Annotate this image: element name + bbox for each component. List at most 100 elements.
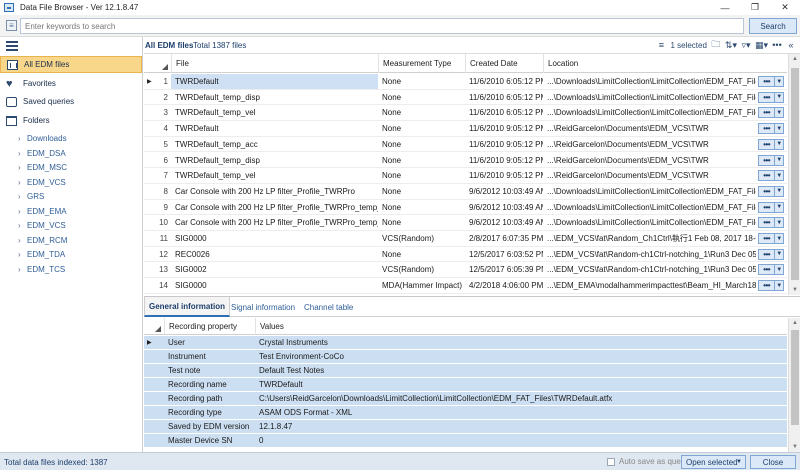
file-name-cell[interactable]: Car Console with 200 Hz LP filter_Profil… xyxy=(171,200,378,215)
chevron-down-icon[interactable]: ▼ xyxy=(775,220,783,226)
checkbox-icon[interactable] xyxy=(607,457,615,466)
property-row[interactable]: Recording type ASAM ODS Format - XML xyxy=(144,406,787,420)
file-name-cell[interactable]: TWRDefault_temp_vel xyxy=(171,168,378,183)
row-action-button[interactable]: ••• ▼ xyxy=(758,201,784,213)
table-row[interactable]: 9 Car Console with 200 Hz LP filter_Profi… xyxy=(144,200,787,216)
table-row[interactable]: 5 TWRDefault_temp_acc None 11/6/2010 9:05:1… xyxy=(144,137,787,153)
detail-scrollbar[interactable]: ▲ ▼ xyxy=(788,318,800,453)
file-name-cell[interactable]: SIG0000 xyxy=(171,231,378,246)
close-icon[interactable]: ✕ xyxy=(770,0,800,15)
property-row[interactable]: Master Device SN 0 xyxy=(144,434,787,448)
more-icon[interactable]: ••• xyxy=(759,139,776,149)
more-icon[interactable]: ••• xyxy=(759,281,776,291)
more-icon[interactable]: ••• xyxy=(759,186,776,196)
folder-item[interactable]: › EDM_TCS xyxy=(0,262,142,277)
file-name-cell[interactable]: TWRDefault_temp_vel xyxy=(171,105,378,120)
scroll-up-icon[interactable]: ▲ xyxy=(789,318,800,329)
property-row[interactable]: Recording name TWRDefault xyxy=(144,378,787,392)
file-name-cell[interactable]: Car Console with 200 Hz LP filter_Profil… xyxy=(171,215,378,230)
file-name-cell[interactable]: REC0026 xyxy=(171,247,378,262)
file-name-cell[interactable]: TWRDefault xyxy=(171,74,378,89)
column-header-created-date[interactable]: Created Date xyxy=(465,54,543,73)
search-input[interactable] xyxy=(20,18,744,34)
row-action-button[interactable]: ••• ▼ xyxy=(758,138,784,150)
selection-icon[interactable]: ≡ xyxy=(656,40,666,51)
row-action-button[interactable]: ••• ▼ xyxy=(758,76,784,87)
more-icon[interactable]: ••• xyxy=(772,40,782,51)
file-name-cell[interactable]: TWRDefault xyxy=(171,121,378,136)
select-all-corner[interactable] xyxy=(144,54,171,73)
table-row[interactable]: 10 Car Console with 200 Hz LP filter_Prof… xyxy=(144,215,787,231)
column-header-recording-property[interactable]: Recording property xyxy=(164,318,255,335)
more-icon[interactable]: ••• xyxy=(759,124,776,134)
chevron-down-icon[interactable]: ▼ xyxy=(775,126,783,132)
file-name-cell[interactable]: TWRDefault_temp_acc xyxy=(171,137,378,152)
file-name-cell[interactable]: TWRDefault_temp_disp xyxy=(171,153,378,168)
folder-item[interactable]: › EDM_RCM xyxy=(0,233,142,248)
more-icon[interactable]: ••• xyxy=(759,77,776,86)
property-row[interactable]: ▶ User Crystal Instruments xyxy=(144,336,787,350)
scroll-down-icon[interactable]: ▼ xyxy=(789,285,800,295)
more-icon[interactable]: ••• xyxy=(759,92,776,102)
file-name-cell[interactable]: Car Console with 200 Hz LP filter_Profil… xyxy=(171,184,378,199)
table-scrollbar[interactable]: ▲ ▼ xyxy=(788,54,800,295)
row-action-button[interactable]: ••• ▼ xyxy=(758,185,784,197)
search-options-icon[interactable]: ≡ xyxy=(6,20,17,31)
chevron-down-icon[interactable]: ▼ xyxy=(775,173,783,179)
tab-channel-table[interactable]: Channel table xyxy=(304,297,353,317)
row-action-button[interactable]: ••• ▼ xyxy=(758,233,784,244)
chevron-down-icon[interactable]: ▼ xyxy=(775,110,783,116)
search-button[interactable]: Search xyxy=(749,18,797,34)
tab-signal-information[interactable]: Signal information xyxy=(231,297,295,317)
close-button[interactable]: Close xyxy=(750,455,796,469)
table-row[interactable]: 6 TWRDefault_temp_disp None 11/6/2010 9:05:… xyxy=(144,153,787,169)
grid-view-icon[interactable]: ▦▾ xyxy=(755,40,768,51)
scroll-thumb[interactable] xyxy=(791,330,799,425)
minimize-icon[interactable]: — xyxy=(710,0,740,15)
folder-item[interactable]: › EDM_VCS xyxy=(0,175,142,190)
folder-item[interactable]: › EDM_MSC xyxy=(0,160,142,175)
folder-item[interactable]: › EDM_TDA xyxy=(0,247,142,262)
table-row[interactable]: 13 SIG0002 VCS(Random) 12/5/2017 6:05:39 PM… xyxy=(144,262,787,279)
sidebar-item-favorites[interactable]: ♥ Favorites xyxy=(0,75,142,92)
sidebar-item-all-edm-files[interactable]: All EDM files xyxy=(0,56,142,73)
more-icon[interactable]: ••• xyxy=(759,265,776,275)
more-icon[interactable]: ••• xyxy=(759,171,776,181)
row-action-button[interactable]: ••• ▼ xyxy=(758,123,784,135)
folder-item[interactable]: › EDM_DSA xyxy=(0,146,142,161)
table-row[interactable]: ▶ 1 TWRDefault None 11/6/2010 6:05:12 PM ...\… xyxy=(144,74,787,90)
folder-item[interactable]: › Downloads xyxy=(0,131,142,146)
sidebar-item-folders[interactable]: Folders xyxy=(0,112,142,129)
table-row[interactable]: 11 SIG0000 VCS(Random) 2/8/2017 6:07:35 PM.… xyxy=(144,231,787,247)
table-row[interactable]: 8 Car Console with 200 Hz LP filter_Profi… xyxy=(144,184,787,200)
column-header-measurement-type[interactable]: Measurement Type xyxy=(378,54,465,73)
row-action-button[interactable]: ••• ▼ xyxy=(758,170,784,182)
column-header-file[interactable]: File xyxy=(171,54,378,73)
restore-icon[interactable]: ❐ xyxy=(740,0,770,15)
file-name-cell[interactable]: TWRDefault_temp_disp xyxy=(171,90,378,105)
file-name-cell[interactable]: SIG0002 xyxy=(171,262,378,277)
tab-general-information[interactable]: General information xyxy=(144,297,231,317)
column-header-location[interactable]: Location xyxy=(543,54,787,73)
table-row[interactable]: 14 SIG0000 MDA(Hammer Impact) 4/2/2018 4:06… xyxy=(144,278,787,294)
property-row[interactable]: Saved by EDM version 12.1.8.47 xyxy=(144,420,787,434)
more-icon[interactable]: ••• xyxy=(759,155,776,165)
table-row[interactable]: 12 REC0026 None 12/5/2017 6:03:52 PM ...\EDM… xyxy=(144,247,787,263)
chevron-down-icon[interactable]: ▼ xyxy=(775,204,783,210)
chevron-down-icon[interactable]: ▼ xyxy=(775,267,783,273)
filter-icon[interactable]: ▿▾ xyxy=(741,40,751,51)
table-row[interactable]: 3 TWRDefault_temp_vel None 11/6/2010 6:05:1… xyxy=(144,105,787,122)
scroll-up-icon[interactable]: ▲ xyxy=(789,54,800,65)
more-icon[interactable]: ••• xyxy=(759,234,776,243)
column-header-values[interactable]: Values xyxy=(255,318,787,335)
row-action-button[interactable]: ••• ▼ xyxy=(758,280,784,292)
chevron-down-icon[interactable]: ▼ xyxy=(775,79,783,85)
row-action-button[interactable]: ••• ▼ xyxy=(758,91,784,103)
chevron-down-icon[interactable]: ▼ xyxy=(775,283,783,289)
scroll-thumb[interactable] xyxy=(791,68,799,280)
detail-corner[interactable] xyxy=(144,318,164,335)
more-icon[interactable]: ••• xyxy=(759,218,776,228)
chevron-down-icon[interactable]: ▼ xyxy=(775,94,783,100)
chevron-down-icon[interactable]: ▼ xyxy=(775,157,783,163)
folder-item[interactable]: › EDM_VCS xyxy=(0,218,142,233)
